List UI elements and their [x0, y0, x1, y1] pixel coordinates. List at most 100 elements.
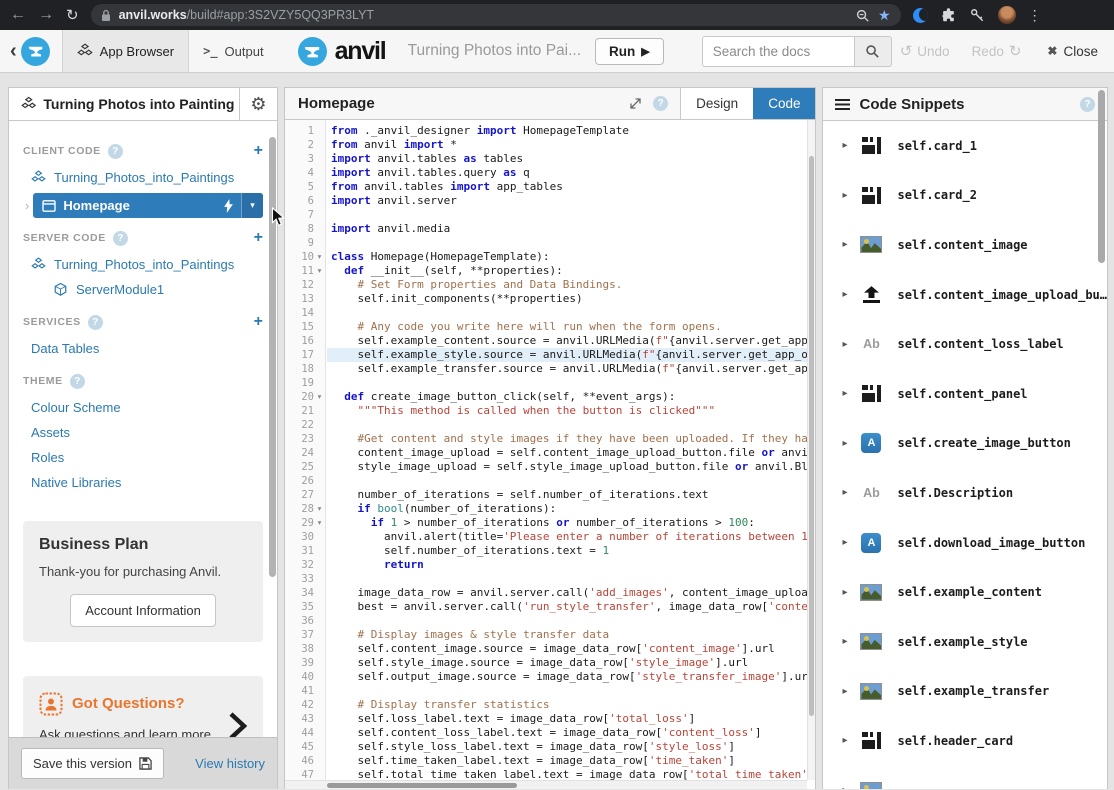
back-chevron-icon[interactable]: ‹	[10, 41, 17, 61]
save-version-button[interactable]: Save this version	[21, 748, 164, 779]
add-icon[interactable]	[254, 143, 263, 159]
code-line[interactable]: # Set Form properties and Data Bindings.	[327, 278, 807, 292]
expand-icon[interactable]	[628, 96, 643, 111]
code-line[interactable]: def create_image_button_click(self, **ev…	[327, 390, 807, 404]
code-line[interactable]: """This method is called when the button…	[327, 404, 807, 418]
code-line[interactable]: self.output_image.source = image_data_ro…	[327, 670, 807, 684]
expand-caret-icon[interactable]	[842, 140, 858, 151]
add-icon[interactable]	[254, 230, 263, 246]
help-icon[interactable]	[70, 374, 85, 389]
extension-crescent-icon[interactable]	[913, 8, 928, 23]
snippet-item[interactable]: self.download_image_button	[842, 518, 1107, 568]
code-line[interactable]: def __init__(self, **properties):	[327, 264, 807, 278]
tab-code[interactable]: Code	[753, 88, 815, 119]
sidebar-item-theme[interactable]: Assets	[23, 420, 263, 445]
expand-caret-icon[interactable]	[842, 438, 858, 449]
zoom-search-icon[interactable]	[855, 8, 870, 23]
view-history-link[interactable]: View history	[195, 756, 265, 771]
browser-menu-icon[interactable]: ⋮	[1028, 7, 1042, 24]
snippet-item[interactable]: self.content_panel	[842, 369, 1107, 419]
snippet-item[interactable]: self.card_2	[842, 171, 1107, 221]
code-line[interactable]: # Display images & style transfer data	[327, 628, 807, 642]
sidebar-item-server-package[interactable]: Turning_Photos_into_Paintings	[23, 252, 263, 277]
code-line[interactable]: from ._anvil_designer import HomepageTem…	[327, 124, 807, 138]
bookmark-star-icon[interactable]: ★	[878, 7, 891, 24]
code-line[interactable]: self.example_content.source = anvil.URLM…	[327, 334, 807, 348]
snippet-item[interactable]	[842, 766, 1107, 789]
help-icon[interactable]	[88, 315, 103, 330]
sidebar-item-server-module[interactable]: ServerModule1	[23, 277, 263, 302]
lightning-icon[interactable]	[224, 199, 233, 213]
scrollbar-thumb[interactable]	[327, 783, 517, 789]
questions-card[interactable]: Got Questions? Ask questions and learn m…	[23, 676, 263, 737]
snippet-item[interactable]: self.example_transfer	[842, 667, 1107, 717]
browser-back-icon[interactable]: ←	[10, 7, 26, 23]
code-line[interactable]: self.example_style.source = anvil.URLMed…	[327, 348, 807, 362]
code-line[interactable]: self.example_transfer.source = anvil.URL…	[327, 362, 807, 376]
code-line[interactable]: anvil.alert(title='Please enter a number…	[327, 530, 807, 544]
sidebar-item-theme[interactable]: Roles	[23, 445, 263, 470]
code-line[interactable]	[327, 684, 807, 698]
password-key-icon[interactable]	[969, 7, 986, 24]
code-line[interactable]: image_data_row = anvil.server.call('add_…	[327, 586, 807, 600]
sidebar-item-service[interactable]: Data Tables	[23, 336, 263, 361]
editor-horizontal-scrollbar[interactable]	[285, 780, 807, 789]
expand-caret-icon[interactable]	[842, 587, 858, 598]
code-line[interactable]: if 1 > number_of_iterations or number_of…	[327, 516, 807, 530]
tab-output[interactable]: >_ Output	[189, 30, 277, 72]
code-line[interactable]: return	[327, 558, 807, 572]
snippet-item[interactable]: self.example_content	[842, 567, 1107, 617]
code-line[interactable]: self.content_loss_label.text = image_dat…	[327, 726, 807, 740]
code-line[interactable]	[327, 418, 807, 432]
help-icon[interactable]	[653, 96, 668, 111]
snippet-item[interactable]: self.content_image	[842, 220, 1107, 270]
sidebar-item-theme[interactable]: Colour Scheme	[23, 395, 263, 420]
code-line[interactable]: self.loss_label.text = image_data_row['t…	[327, 712, 807, 726]
sidebar-item-client-package[interactable]: Turning_Photos_into_Paintings	[23, 165, 263, 190]
search-button[interactable]	[854, 36, 892, 67]
code-line[interactable]	[327, 614, 807, 628]
expand-caret-icon[interactable]	[842, 239, 858, 250]
code-line[interactable]: import anvil.server	[327, 194, 807, 208]
code-line[interactable]: import anvil.tables as tables	[327, 152, 807, 166]
expand-caret-icon[interactable]	[842, 785, 858, 789]
code-line[interactable]	[327, 236, 807, 250]
expand-caret-icon[interactable]	[842, 190, 858, 201]
extensions-puzzle-icon[interactable]	[940, 7, 957, 24]
code-line[interactable]: self.number_of_iterations.text = 1	[327, 544, 807, 558]
code-line[interactable]: self.init_components(**properties)	[327, 292, 807, 306]
code-line[interactable]: number_of_iterations = self.number_of_it…	[327, 488, 807, 502]
snippet-item[interactable]: self.create_image_button	[842, 419, 1107, 469]
code-line[interactable]	[327, 306, 807, 320]
tab-design[interactable]: Design	[680, 88, 753, 119]
code-line[interactable]: self.content_image.source = image_data_r…	[327, 642, 807, 656]
code-line[interactable]: self.style_loss_label.text = image_data_…	[327, 740, 807, 754]
expand-caret-icon[interactable]	[842, 686, 858, 697]
snippet-item[interactable]: self.example_style	[842, 617, 1107, 667]
help-icon[interactable]	[1080, 97, 1095, 112]
snippet-item[interactable]: self.card_1	[842, 121, 1107, 171]
account-information-button[interactable]: Account Information	[70, 594, 216, 627]
expand-caret-icon[interactable]	[842, 487, 858, 498]
tab-app-browser[interactable]: App Browser	[62, 30, 189, 72]
code-lines[interactable]: from ._anvil_designer import HomepageTem…	[327, 120, 807, 789]
code-line[interactable]: if bool(number_of_iterations):	[327, 502, 807, 516]
code-line[interactable]: self.time_taken_label.text = image_data_…	[327, 754, 807, 768]
code-line[interactable]	[327, 572, 807, 586]
snippet-item[interactable]: self.Description	[842, 468, 1107, 518]
browser-reload-icon[interactable]: ↻	[66, 8, 79, 23]
sidebar-scrollbar[interactable]	[269, 137, 276, 577]
code-line[interactable]: class Homepage(HomepageTemplate):	[327, 250, 807, 264]
code-line[interactable]: best = anvil.server.call('run_style_tran…	[327, 600, 807, 614]
code-line[interactable]: import anvil.tables.query as q	[327, 166, 807, 180]
snippet-item[interactable]: self.header_card	[842, 716, 1107, 766]
code-line[interactable]	[327, 376, 807, 390]
sidebar-item-homepage[interactable]: Homepage ▾	[33, 193, 263, 218]
code-line[interactable]: style_image_upload = self.style_image_up…	[327, 460, 807, 474]
expand-caret-icon[interactable]	[842, 339, 858, 350]
editor-vertical-scrollbar[interactable]	[807, 120, 815, 780]
anvil-logo-icon[interactable]	[21, 37, 50, 66]
code-line[interactable]: #Get content and style images if they ha…	[327, 432, 807, 446]
code-line[interactable]: from anvil import *	[327, 138, 807, 152]
code-line[interactable]: # Any code you write here will run when …	[327, 320, 807, 334]
